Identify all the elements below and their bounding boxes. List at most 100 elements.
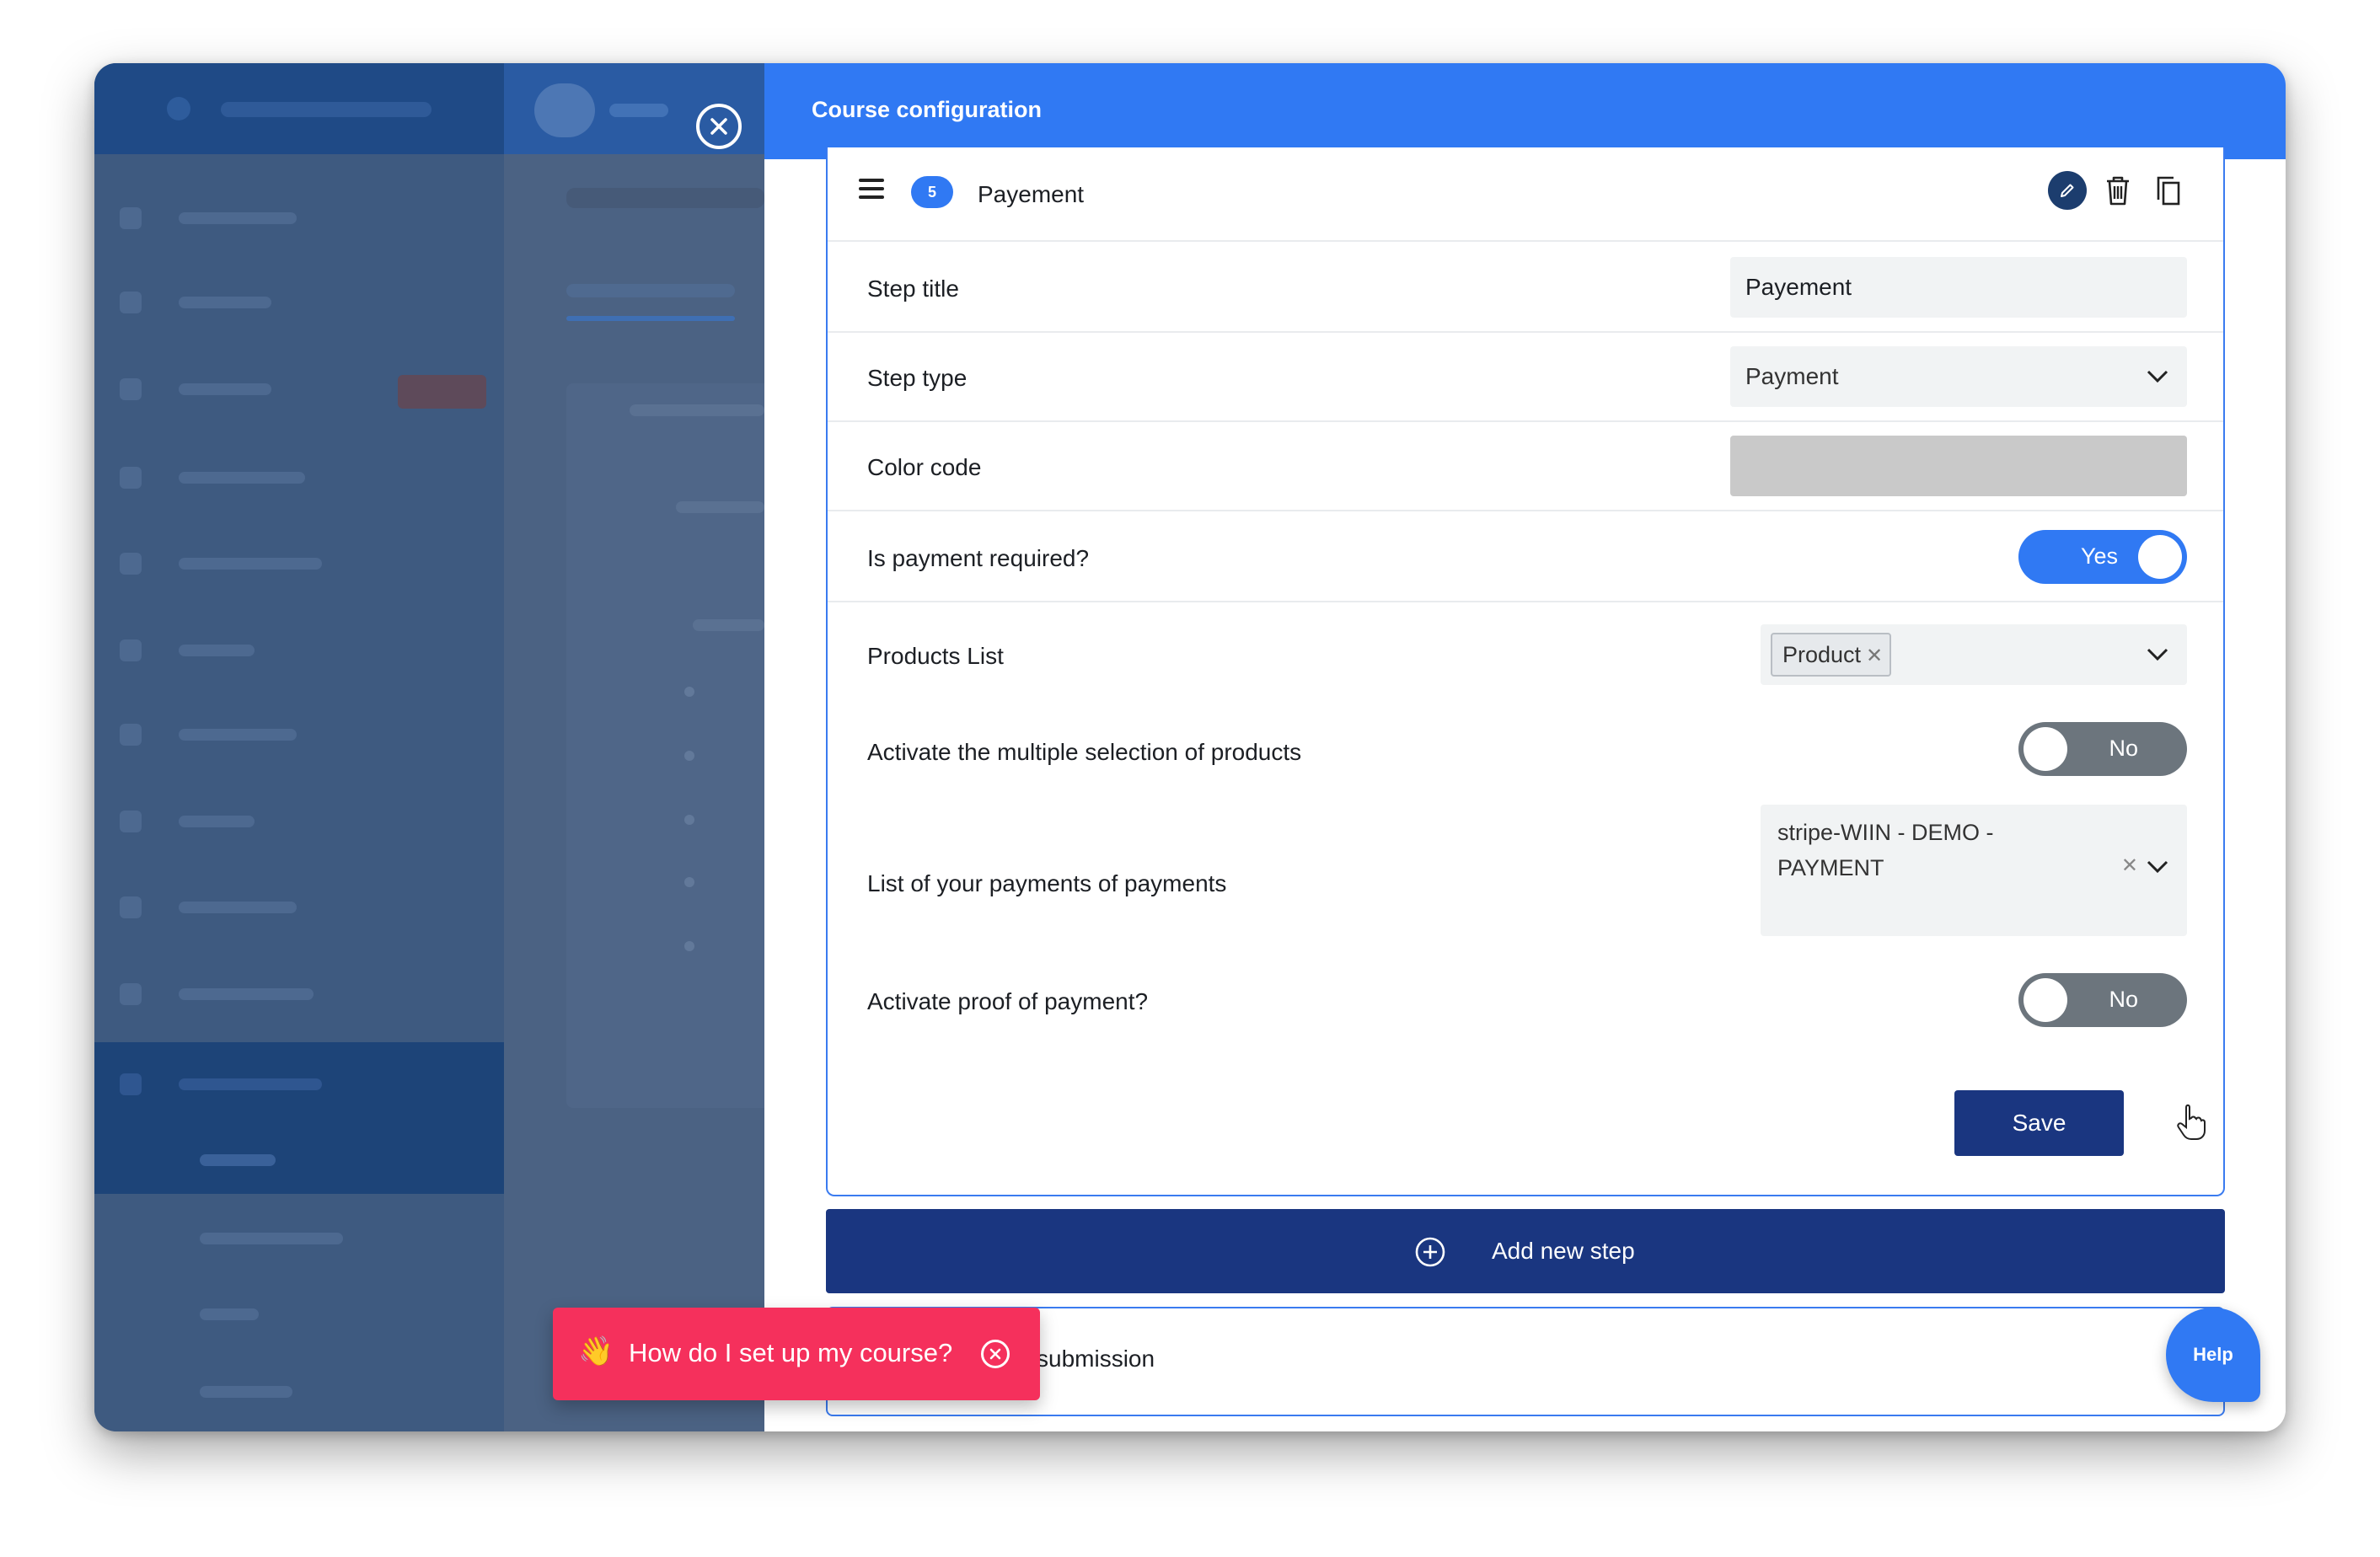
background-menu-item (120, 549, 474, 578)
edit-step-button[interactable] (2048, 171, 2087, 210)
color-code-row: Color code (828, 422, 2223, 511)
toggle-state-label: No (2109, 987, 2138, 1012)
chevron-down-icon (2147, 860, 2168, 874)
next-step-label: submission (1037, 1346, 1155, 1372)
toggle-knob (2138, 535, 2182, 579)
close-icon (989, 1348, 1001, 1360)
background-menu-item (120, 893, 474, 922)
remove-chip-icon[interactable]: ✕ (1866, 644, 1883, 668)
save-button[interactable]: Save (1954, 1090, 2124, 1156)
setup-help-toast[interactable]: 👋 How do I set up my course? (553, 1308, 1040, 1400)
products-list-label: Products List (867, 643, 1004, 669)
help-button[interactable]: Help (2166, 1308, 2260, 1402)
background-tab-underline (566, 316, 735, 321)
background-menu-item (120, 1300, 474, 1329)
background-page-title (566, 188, 764, 208)
hand-cursor-icon (2177, 1104, 2206, 1140)
step-type-select[interactable]: Payment (1730, 346, 2187, 407)
app-window: Course configuration 5 Payement Step tit… (94, 63, 2286, 1431)
product-chip[interactable]: Product ✕ (1771, 633, 1892, 677)
background-text-line (676, 501, 764, 513)
background-menu-item (120, 288, 474, 317)
step-type-row: Step type Payment (828, 333, 2223, 422)
proof-of-payment-label: Activate proof of payment? (867, 988, 1149, 1014)
course-configuration-drawer: Course configuration 5 Payement Step tit… (764, 63, 2286, 1431)
clear-selection-icon[interactable]: ✕ (2121, 853, 2138, 878)
duplicate-step-button[interactable] (2149, 171, 2188, 210)
background-menu-item (120, 720, 474, 749)
background-tab (566, 284, 735, 297)
pencil-icon (2061, 184, 2074, 197)
background-avatar (534, 83, 595, 137)
background-menu-item (120, 1378, 474, 1406)
toggle-knob (2024, 727, 2067, 771)
background-menu-item (120, 807, 474, 836)
chevron-down-icon (2147, 648, 2168, 661)
payments-list-value: stripe-WIIN - DEMO - PAYMENT (1777, 820, 1994, 880)
toggle-knob (2024, 978, 2067, 1022)
step-card: 5 Payement Step title Payement Step type… (826, 147, 2225, 1196)
multiple-selection-label: Activate the multiple selection of produ… (867, 739, 1302, 765)
background-logo-text (221, 102, 432, 117)
close-icon (710, 118, 727, 135)
payments-list-row: List of your payments of payments stripe… (828, 796, 2223, 956)
background-menu-item (120, 1146, 474, 1174)
step-title-input[interactable] (1730, 257, 2187, 318)
add-new-step-label: Add new step (1492, 1238, 1635, 1264)
products-list-select[interactable]: Product ✕ (1761, 624, 2187, 685)
background-text-line (693, 619, 764, 631)
step-type-label: Step type (867, 365, 968, 391)
payments-list-select[interactable]: stripe-WIIN - DEMO - PAYMENT ✕ (1761, 805, 2187, 936)
background-dot (684, 751, 694, 761)
toggle-state-label: No (2109, 736, 2138, 761)
step-type-value: Payment (1745, 363, 1839, 389)
products-list-row: Products List Product ✕ (828, 602, 2223, 704)
background-menu-item (120, 1224, 474, 1253)
background-dot (684, 687, 694, 697)
background-menu-item (120, 204, 474, 233)
payment-required-label: Is payment required? (867, 545, 1090, 571)
background-menu-item (120, 463, 474, 492)
plus-circle-icon (1415, 1237, 1445, 1267)
step-title-label: Step title (867, 276, 959, 302)
background-menu-item (120, 636, 474, 665)
background-dot (684, 877, 694, 887)
background-menu-item (120, 375, 486, 409)
background-menu-item (120, 980, 474, 1009)
drawer-title: Course configuration (812, 97, 1043, 122)
color-code-label: Color code (867, 454, 982, 480)
waving-hand-icon: 👋 (578, 1335, 614, 1367)
close-drawer-button[interactable] (696, 104, 742, 149)
chevron-down-icon (2147, 370, 2168, 383)
proof-of-payment-toggle[interactable]: No (2018, 973, 2187, 1027)
step-name: Payement (978, 181, 1085, 207)
background-dot (684, 815, 694, 825)
drawer-header: Course configuration (764, 63, 2286, 159)
close-toast-button[interactable] (981, 1340, 1010, 1368)
delete-step-button[interactable] (2099, 171, 2137, 210)
toggle-state-label: Yes (2081, 543, 2119, 569)
trash-icon (2107, 176, 2129, 206)
background-dot (684, 941, 694, 951)
multiple-selection-row: Activate the multiple selection of produ… (828, 704, 2223, 796)
payments-list-label: List of your payments of payments (867, 870, 1227, 896)
background-logo (167, 97, 190, 120)
toast-text: How do I set up my course? (629, 1338, 953, 1367)
background-user-name (609, 104, 668, 117)
background-app (94, 63, 764, 1431)
proof-of-payment-row: Activate proof of payment? No (828, 956, 2223, 1066)
payment-required-row: Is payment required? Yes (828, 511, 2223, 602)
background-text-line (630, 404, 764, 416)
step-number-badge: 5 (911, 176, 953, 208)
color-code-picker[interactable] (1730, 436, 2187, 496)
step-actions (2048, 171, 2188, 210)
copy-icon (2157, 176, 2180, 206)
multiple-selection-toggle[interactable]: No (2018, 722, 2187, 776)
background-menu-item (120, 1070, 474, 1099)
background-sidebar-header (94, 63, 504, 154)
step-header: 5 Payement (828, 156, 2223, 242)
drag-handle-icon[interactable] (859, 179, 884, 199)
add-new-step-button[interactable]: Add new step (826, 1209, 2225, 1293)
background-content-card (566, 383, 764, 1108)
payment-required-toggle[interactable]: Yes (2018, 530, 2187, 584)
